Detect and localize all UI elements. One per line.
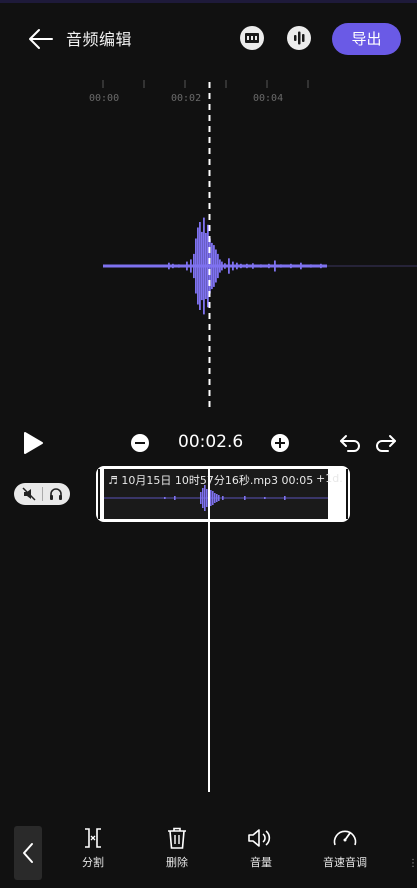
clip-waveform-bar — [202, 488, 204, 508]
waveform-bar — [236, 262, 238, 270]
waveform-bar — [260, 264, 262, 268]
ruler-label-1: 00:02 — [171, 93, 202, 104]
waveform-bar — [240, 263, 242, 269]
clip-waveform-bar — [216, 494, 218, 502]
audio-bars-icon — [294, 31, 305, 45]
collapse-button[interactable] — [14, 826, 42, 880]
tool-split[interactable]: 分割 — [63, 826, 123, 870]
waveform-bar — [310, 264, 312, 268]
waveform-bar — [186, 261, 188, 271]
waveform-bar — [178, 264, 180, 268]
tool-split-label: 分割 — [82, 856, 104, 869]
waveform-bar — [213, 245, 215, 287]
arrow-left-icon — [29, 29, 53, 49]
more-indicator: ⋮ — [408, 858, 417, 869]
audio-clip[interactable]: ♬ 10月15日 10时57分16秒.mp3 00:05 +1d. — [96, 466, 350, 522]
waveform-button[interactable] — [287, 26, 311, 50]
mute-icon[interactable] — [21, 486, 37, 502]
tool-speed-pitch[interactable]: 音速音调 — [315, 826, 375, 870]
redo-icon[interactable] — [374, 433, 398, 453]
headphones-icon[interactable] — [48, 486, 64, 502]
bottom-toolbar: 分割 删除 音量 音速音调 ⋮ — [0, 820, 417, 888]
waveform-bar — [246, 263, 248, 269]
clip-waveform-bar — [204, 485, 206, 511]
waveform-bar — [219, 259, 221, 273]
waveform-bar — [228, 258, 230, 274]
clip-waveform-bar — [214, 493, 216, 503]
clip-waveform-bar — [200, 492, 202, 504]
waveform-bar — [190, 259, 192, 273]
waveform-bar — [172, 263, 174, 269]
waveform-bar — [193, 253, 195, 279]
waveform-svg — [102, 80, 417, 408]
split-icon — [85, 828, 101, 848]
waveform-bar — [274, 260, 276, 272]
pill-divider — [42, 487, 43, 501]
undo-icon[interactable] — [338, 433, 362, 453]
clip-waveform-bar — [222, 496, 224, 500]
waveform-bar — [232, 261, 234, 271]
waveform-bar — [217, 253, 219, 279]
zoom-out-button[interactable] — [130, 433, 150, 453]
page-title: 音频编辑 — [66, 30, 133, 49]
trash-icon — [168, 827, 186, 849]
waveform-bar — [201, 231, 203, 301]
header: 音频编辑 导出 — [0, 18, 417, 58]
waveform-canvas[interactable]: 00:00 00:02 00:04 — [0, 78, 417, 408]
waveform-bar — [168, 262, 170, 270]
tool-speed-pitch-label: 音速音调 — [323, 856, 367, 869]
waveform-bar — [203, 217, 205, 315]
clip-left-handle[interactable] — [98, 469, 100, 519]
waveform-bar — [195, 238, 197, 294]
clip-waveform-bar — [218, 495, 220, 501]
clip-waveform-bar — [174, 496, 176, 500]
tool-delete[interactable]: 删除 — [147, 826, 207, 870]
back-button[interactable] — [26, 24, 56, 54]
zoom-in-button[interactable] — [270, 433, 290, 453]
waveform-bar — [320, 263, 322, 269]
frames-button[interactable] — [240, 26, 264, 50]
clip-waveform-bar — [284, 496, 286, 500]
waveform-bar — [205, 233, 207, 299]
waveform-bar — [290, 263, 292, 269]
export-button[interactable]: 导出 — [332, 23, 401, 55]
waveform-bar — [215, 249, 217, 283]
clip-right-handle[interactable] — [346, 469, 348, 519]
waveform-bar — [280, 264, 282, 268]
waveform-bar — [211, 242, 213, 290]
track-audio-toggles — [14, 483, 70, 505]
tool-volume[interactable]: 音量 — [231, 826, 291, 870]
clip-waveform-bar — [212, 491, 214, 505]
playback-controls: 00:02.6 — [0, 428, 417, 458]
clip-waveform-bar — [264, 497, 266, 499]
clip-waveform — [104, 485, 328, 511]
clip-body: ♬ 10月15日 10时57分16秒.mp3 00:05 +1d. — [104, 469, 343, 519]
timeline-playhead[interactable] — [208, 466, 210, 792]
waveform-bar — [221, 261, 223, 271]
waveform-bar — [268, 263, 270, 269]
waveform-bar — [300, 262, 302, 270]
waveform-bar — [197, 227, 199, 305]
speed-gauge-icon — [333, 830, 357, 846]
status-strip — [0, 0, 417, 3]
chevron-left-icon — [23, 843, 33, 863]
clip-waveform-bar — [164, 497, 166, 499]
tool-delete-label: 删除 — [166, 856, 188, 869]
current-time: 00:02.6 — [178, 432, 244, 452]
waveform-bar — [224, 263, 226, 269]
play-icon[interactable] — [22, 431, 44, 455]
clip-waveform-bar — [244, 496, 246, 500]
ruler-label-0: 00:00 — [89, 93, 120, 104]
ruler-label-2: 00:04 — [253, 93, 284, 104]
waveform-bar — [199, 222, 201, 310]
tool-volume-label: 音量 — [250, 856, 272, 869]
waveform-bar — [252, 263, 254, 269]
volume-icon — [248, 829, 271, 847]
clip-waveform-bar — [210, 490, 212, 506]
filmstrip-icon — [245, 33, 259, 43]
